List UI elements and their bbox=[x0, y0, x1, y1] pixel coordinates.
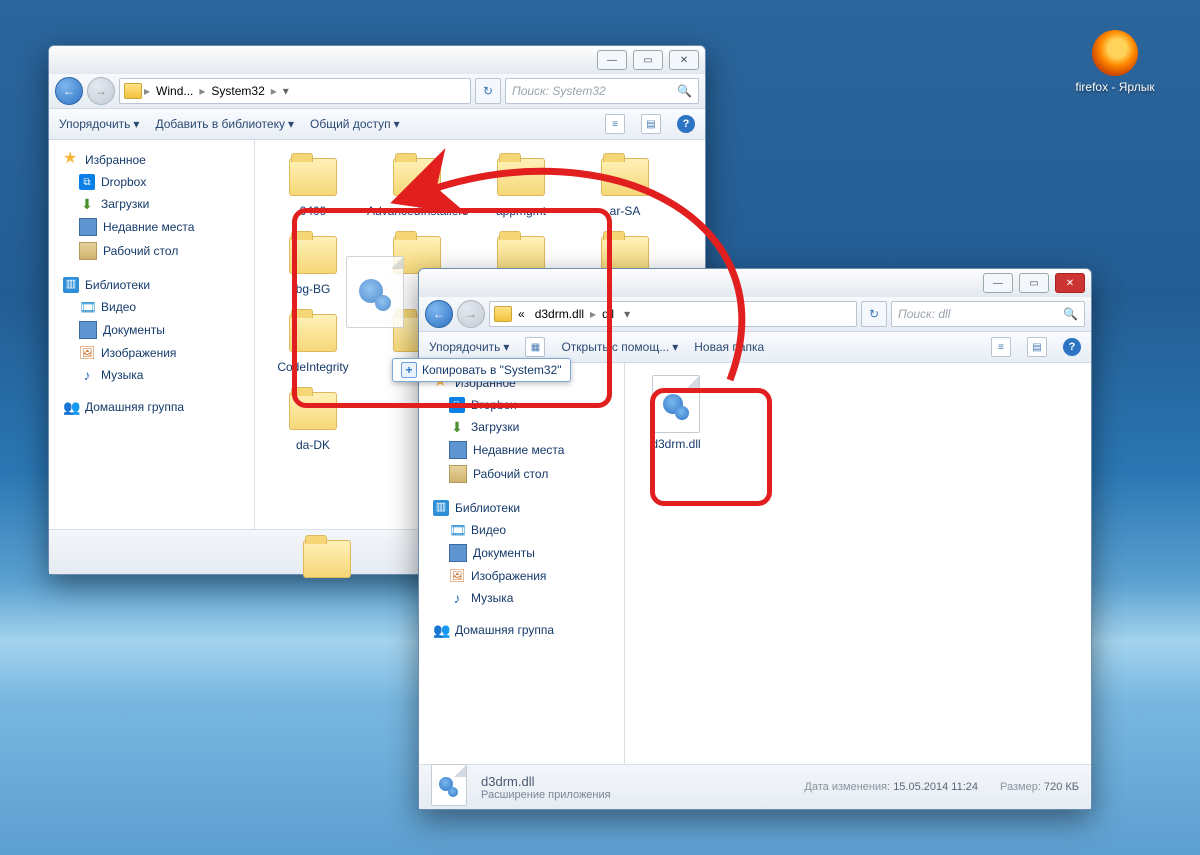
chevron-down-icon[interactable]: ▾ bbox=[279, 84, 293, 98]
preview-pane-button[interactable]: ▤ bbox=[641, 114, 661, 134]
close-button[interactable]: ✕ bbox=[1055, 273, 1085, 293]
folder-icon bbox=[283, 152, 343, 200]
details-filename: d3drm.dll bbox=[481, 774, 611, 789]
organize-menu[interactable]: Упорядочить ▾ bbox=[59, 117, 139, 131]
nav-forward-button[interactable]: → bbox=[457, 300, 485, 328]
dll-file-icon bbox=[652, 375, 700, 433]
sidebar-item-pictures[interactable]: 🖼Изображения bbox=[49, 342, 254, 364]
folder-icon bbox=[491, 152, 551, 200]
sidebar-item-desktop[interactable]: Рабочий стол bbox=[419, 462, 624, 486]
folder-icon bbox=[387, 152, 447, 200]
sidebar-homegroup[interactable]: 👥Домашняя группа bbox=[49, 396, 254, 418]
search-icon: 🔍 bbox=[1063, 307, 1078, 321]
organize-menu[interactable]: Упорядочить ▾ bbox=[429, 340, 509, 354]
sidebar-item-music[interactable]: ♪Музыка bbox=[49, 364, 254, 386]
folder-label: 0409 bbox=[300, 204, 327, 218]
nav-back-button[interactable]: ← bbox=[55, 77, 83, 105]
sidebar-item-downloads[interactable]: ⬇Загрузки bbox=[49, 193, 254, 215]
drag-copy-tooltip: + Копировать в "System32" bbox=[392, 358, 571, 382]
refresh-button[interactable]: ↻ bbox=[861, 301, 887, 327]
file-list[interactable]: d3drm.dll bbox=[625, 363, 1091, 764]
desktop-shortcut-firefox[interactable]: firefox - Ярлык bbox=[1070, 30, 1160, 94]
folder-label: CodeIntegrity bbox=[277, 360, 348, 374]
maximize-button[interactable]: ▭ bbox=[633, 50, 663, 70]
sidebar-libraries[interactable]: ▥Библиотеки bbox=[49, 271, 254, 296]
details-filetype: Расширение приложения bbox=[481, 789, 611, 801]
sidebar-item-dropbox[interactable]: ⧉Dropbox bbox=[419, 394, 624, 416]
sidebar-item-recent[interactable]: Недавние места bbox=[419, 438, 624, 462]
sidebar-item-video[interactable]: 🎞Видео bbox=[419, 519, 624, 541]
navigation-pane: ★Избранное ⧉Dropbox ⬇Загрузки Недавние м… bbox=[49, 140, 255, 529]
firefox-icon bbox=[1092, 30, 1138, 76]
dll-file-icon bbox=[431, 764, 467, 806]
folder-icon bbox=[283, 386, 343, 434]
folder-item[interactable]: AdvancedInstallers bbox=[367, 148, 467, 222]
folder-item[interactable]: ar-SA bbox=[575, 148, 675, 222]
breadcrumb[interactable]: « d3drm.dll ▸ dll ▾ bbox=[489, 301, 857, 327]
view-options-button[interactable]: ≡ bbox=[991, 337, 1011, 357]
maximize-button[interactable]: ▭ bbox=[1019, 273, 1049, 293]
sidebar-item-music[interactable]: ♪Музыка bbox=[419, 587, 624, 609]
folder-icon bbox=[595, 152, 655, 200]
folder-label: ar-SA bbox=[610, 204, 641, 218]
preview-pane-button[interactable]: ▤ bbox=[1027, 337, 1047, 357]
close-button[interactable]: ✕ bbox=[669, 50, 699, 70]
search-input[interactable]: Поиск: dll 🔍 bbox=[891, 301, 1085, 327]
openwith-icon: ▦ bbox=[525, 337, 545, 357]
sidebar-item-documents[interactable]: Документы bbox=[49, 318, 254, 342]
sidebar-item-video[interactable]: 🎞Видео bbox=[49, 296, 254, 318]
refresh-button[interactable]: ↻ bbox=[475, 78, 501, 104]
titlebar[interactable]: — ▭ ✕ bbox=[49, 46, 705, 74]
search-input[interactable]: Поиск: System32 🔍 bbox=[505, 78, 699, 104]
folder-item[interactable]: appmgmt bbox=[471, 148, 571, 222]
sidebar-item-documents[interactable]: Документы bbox=[419, 541, 624, 565]
sidebar-homegroup[interactable]: 👥Домашняя группа bbox=[419, 619, 624, 641]
sidebar-item-recent[interactable]: Недавние места bbox=[49, 215, 254, 239]
folder-label: appmgmt bbox=[496, 204, 546, 218]
navigation-pane: ★Избранное ⧉Dropbox ⬇Загрузки Недавние м… bbox=[419, 363, 625, 764]
copy-tooltip-label: Копировать в "System32" bbox=[422, 363, 562, 377]
shortcut-label: firefox - Ярлык bbox=[1075, 80, 1154, 94]
sidebar-item-pictures[interactable]: 🖼Изображения bbox=[419, 565, 624, 587]
file-label: d3drm.dll bbox=[651, 437, 700, 451]
folder-item[interactable]: da-DK bbox=[263, 382, 363, 456]
address-bar: ← → « d3drm.dll ▸ dll ▾ ↻ Поиск: dll 🔍 bbox=[419, 297, 1091, 331]
minimize-button[interactable]: — bbox=[597, 50, 627, 70]
folder-item[interactable]: 0409 bbox=[263, 148, 363, 222]
help-icon[interactable]: ? bbox=[677, 115, 695, 133]
details-meta: Дата изменения: 15.05.2014 11:24 Размер:… bbox=[804, 781, 1079, 793]
chevron-down-icon[interactable]: ▾ bbox=[620, 307, 634, 321]
help-icon[interactable]: ? bbox=[1063, 338, 1081, 356]
plus-icon: + bbox=[401, 362, 417, 378]
folder-icon bbox=[124, 83, 142, 99]
breadcrumb[interactable]: ▸ Wind... ▸ System32 ▸ ▾ bbox=[119, 78, 471, 104]
folder-label: da-DK bbox=[296, 438, 330, 452]
drag-ghost-icon bbox=[330, 256, 420, 356]
sidebar-favorites[interactable]: ★Избранное bbox=[49, 146, 254, 171]
sidebar-item-dropbox[interactable]: ⧉Dropbox bbox=[49, 171, 254, 193]
folder-label: AdvancedInstallers bbox=[367, 204, 468, 218]
sidebar-item-desktop[interactable]: Рабочий стол bbox=[49, 239, 254, 263]
share-menu[interactable]: Общий доступ ▾ bbox=[310, 117, 400, 131]
file-d3drm-dll[interactable]: d3drm.dll bbox=[633, 371, 719, 455]
nav-forward-button[interactable]: → bbox=[87, 77, 115, 105]
sidebar-item-downloads[interactable]: ⬇Загрузки bbox=[419, 416, 624, 438]
toolbar: Упорядочить ▾ Добавить в библиотеку ▾ Об… bbox=[49, 108, 705, 140]
explorer-window-dll: — ▭ ✕ ← → « d3drm.dll ▸ dll ▾ ↻ Поиск: d… bbox=[418, 268, 1092, 810]
address-bar: ← → ▸ Wind... ▸ System32 ▸ ▾ ↻ Поиск: Sy… bbox=[49, 74, 705, 108]
view-options-button[interactable]: ≡ bbox=[605, 114, 625, 134]
add-to-library-menu[interactable]: Добавить в библиотеку ▾ bbox=[155, 117, 294, 131]
desktop: firefox - Ярлык — ▭ ✕ ← → ▸ Wind... ▸ Sy… bbox=[0, 0, 1200, 855]
open-with-menu[interactable]: Открыть с помощ... ▾ bbox=[561, 340, 678, 354]
sidebar-libraries[interactable]: ▥Библиотеки bbox=[419, 494, 624, 519]
folder-label: bg-BG bbox=[296, 282, 331, 296]
minimize-button[interactable]: — bbox=[983, 273, 1013, 293]
folder-icon bbox=[494, 306, 512, 322]
new-folder-button[interactable]: Новая папка bbox=[694, 340, 764, 354]
search-icon: 🔍 bbox=[677, 84, 692, 98]
details-pane: d3drm.dll Расширение приложения Дата изм… bbox=[419, 764, 1091, 809]
folder-icon bbox=[297, 534, 337, 566]
titlebar[interactable]: — ▭ ✕ bbox=[419, 269, 1091, 297]
nav-back-button[interactable]: ← bbox=[425, 300, 453, 328]
